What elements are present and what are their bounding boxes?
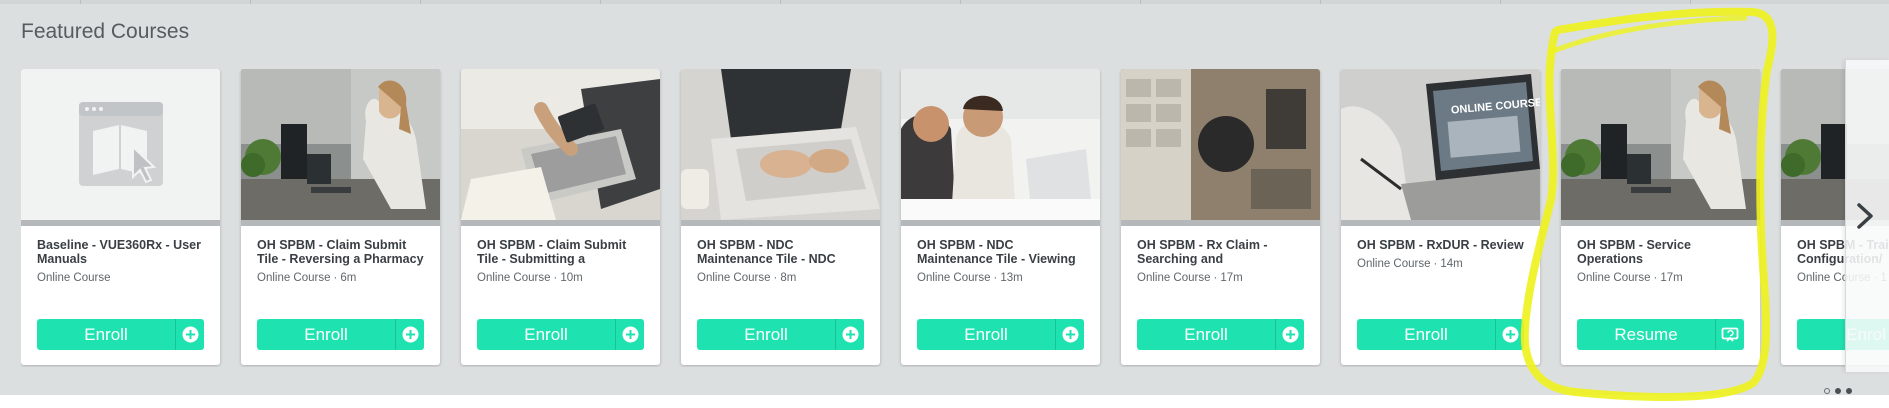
- progress-bar: [681, 220, 880, 226]
- course-thumbnail[interactable]: [681, 69, 880, 220]
- resume-label: Resume: [1614, 325, 1678, 344]
- featured-courses-section: Featured Courses Baseline - VUE360Rx - U…: [0, 0, 1889, 395]
- course-thumbnail[interactable]: [901, 69, 1100, 220]
- tablet-laptop-photo: [461, 69, 660, 220]
- course-meta: Online Course · 14m: [1357, 258, 1463, 270]
- chevron-right-icon[interactable]: [1854, 201, 1876, 231]
- overhead-office-photo: [1121, 69, 1320, 220]
- course-meta: Online Course: [37, 272, 111, 284]
- enroll-label: Enroll: [1184, 325, 1228, 344]
- course-duration: 8m: [780, 272, 797, 284]
- course-type: Online Course: [1357, 258, 1431, 270]
- typing-laptop-photo: [681, 69, 880, 220]
- enroll-button[interactable]: Enroll: [257, 319, 424, 350]
- plus-circle-icon[interactable]: [396, 319, 424, 350]
- enroll-button[interactable]: Enroll: [477, 319, 644, 350]
- resume-icon[interactable]: [1716, 319, 1744, 350]
- pagination-dot[interactable]: [1824, 388, 1830, 394]
- course-type: Online Course: [1137, 272, 1211, 284]
- course-card[interactable]: OH SPBM - Claim Submit Tile - Submitting…: [461, 69, 660, 365]
- progress-bar: [241, 220, 440, 226]
- enroll-button[interactable]: Enroll: [1357, 319, 1524, 350]
- colleagues-laptop-photo: [901, 69, 1100, 220]
- course-thumbnail[interactable]: [1121, 69, 1320, 220]
- carousel-pagination: [1824, 388, 1852, 396]
- enroll-label: Enroll: [964, 325, 1008, 344]
- course-card[interactable]: OH SPBM - Claim Submit Tile - Reversing …: [241, 69, 440, 365]
- course-duration: 10m: [560, 272, 583, 284]
- course-type: Online Course: [37, 272, 111, 284]
- course-duration: 14m: [1440, 258, 1463, 270]
- course-duration: 6m: [340, 272, 357, 284]
- course-meta: Online Course · 10m: [477, 272, 583, 284]
- course-title[interactable]: OH SPBM - Claim Submit Tile - Submitting…: [477, 238, 649, 266]
- placeholder-document-icon: [79, 102, 163, 186]
- online-course-laptop-photo: ONLINE COURSE: [1341, 69, 1540, 220]
- plus-circle-icon[interactable]: [1496, 319, 1524, 350]
- plus-circle-icon[interactable]: [176, 319, 204, 350]
- enroll-button[interactable]: Enroll: [1137, 319, 1304, 350]
- enroll-label: Enroll: [744, 325, 788, 344]
- course-type: Online Course: [1577, 272, 1651, 284]
- course-carousel: Baseline - VUE360Rx - User Manuals Onlin…: [21, 69, 1889, 367]
- course-title[interactable]: OH SPBM - NDC Maintenance Tile - Viewing: [917, 238, 1089, 266]
- course-card[interactable]: OH SPBM - Rx Claim - Searching and Onlin…: [1121, 69, 1320, 365]
- enroll-label: Enroll: [304, 325, 348, 344]
- course-meta: Online Course · 17m: [1577, 272, 1683, 284]
- progress-bar: [901, 220, 1100, 226]
- course-card[interactable]: ONLINE COURSE OH SPBM - RxDUR - Review O…: [1341, 69, 1540, 365]
- course-title[interactable]: OH SPBM - Service Operations: [1577, 238, 1749, 266]
- course-duration: 17m: [1220, 272, 1243, 284]
- course-type: Online Course: [257, 272, 331, 284]
- course-thumbnail[interactable]: ONLINE COURSE: [1341, 69, 1540, 220]
- enroll-button[interactable]: Enroll: [917, 319, 1084, 350]
- course-title[interactable]: Baseline - VUE360Rx - User Manuals: [37, 238, 209, 266]
- course-title[interactable]: OH SPBM - NDC Maintenance Tile - NDC: [697, 238, 869, 266]
- pagination-dot[interactable]: [1846, 388, 1852, 394]
- course-title[interactable]: OH SPBM - Rx Claim - Searching and: [1137, 238, 1309, 266]
- progress-bar: [1341, 220, 1540, 226]
- course-card[interactable]: OH SPBM - Service Operations Online Cour…: [1561, 69, 1760, 365]
- plus-circle-icon[interactable]: [616, 319, 644, 350]
- course-card[interactable]: OH SPBM - NDC Maintenance Tile - NDC Onl…: [681, 69, 880, 365]
- course-thumbnail[interactable]: [1561, 69, 1760, 220]
- woman-at-desk-photo: [1561, 69, 1760, 220]
- progress-bar: [1561, 220, 1760, 226]
- course-duration: 13m: [1000, 272, 1023, 284]
- course-meta: Online Course · 8m: [697, 272, 797, 284]
- course-duration: 17m: [1660, 272, 1683, 284]
- enroll-label: Enroll: [524, 325, 568, 344]
- woman-at-desk-photo: [241, 69, 440, 220]
- enroll-button[interactable]: Enroll: [697, 319, 864, 350]
- course-title[interactable]: OH SPBM - RxDUR - Review: [1357, 238, 1529, 252]
- course-meta: Online Course · 13m: [917, 272, 1023, 284]
- course-type: Online Course: [477, 272, 551, 284]
- progress-bar: [1121, 220, 1320, 226]
- plus-circle-icon[interactable]: [1276, 319, 1304, 350]
- course-card[interactable]: OH SPBM - NDC Maintenance Tile - Viewing…: [901, 69, 1100, 365]
- plus-circle-icon[interactable]: [836, 319, 864, 350]
- course-thumbnail[interactable]: [241, 69, 440, 220]
- course-title[interactable]: OH SPBM - Claim Submit Tile - Reversing …: [257, 238, 429, 266]
- enroll-label: Enroll: [1404, 325, 1448, 344]
- course-thumbnail[interactable]: [21, 69, 220, 220]
- enroll-label: Enroll: [84, 325, 128, 344]
- resume-button[interactable]: Resume: [1577, 319, 1744, 350]
- pagination-dot-active[interactable]: [1835, 388, 1841, 394]
- enroll-button[interactable]: Enroll: [37, 319, 204, 350]
- progress-bar: [461, 220, 660, 226]
- plus-circle-icon[interactable]: [1056, 319, 1084, 350]
- course-card[interactable]: Baseline - VUE360Rx - User Manuals Onlin…: [21, 69, 220, 365]
- course-meta: Online Course · 6m: [257, 272, 357, 284]
- section-title: Featured Courses: [21, 20, 190, 43]
- progress-bar: [21, 220, 220, 226]
- course-thumbnail[interactable]: [461, 69, 660, 220]
- course-type: Online Course: [697, 272, 771, 284]
- top-strip: [0, 0, 1889, 4]
- course-meta: Online Course · 17m: [1137, 272, 1243, 284]
- course-type: Online Course: [917, 272, 991, 284]
